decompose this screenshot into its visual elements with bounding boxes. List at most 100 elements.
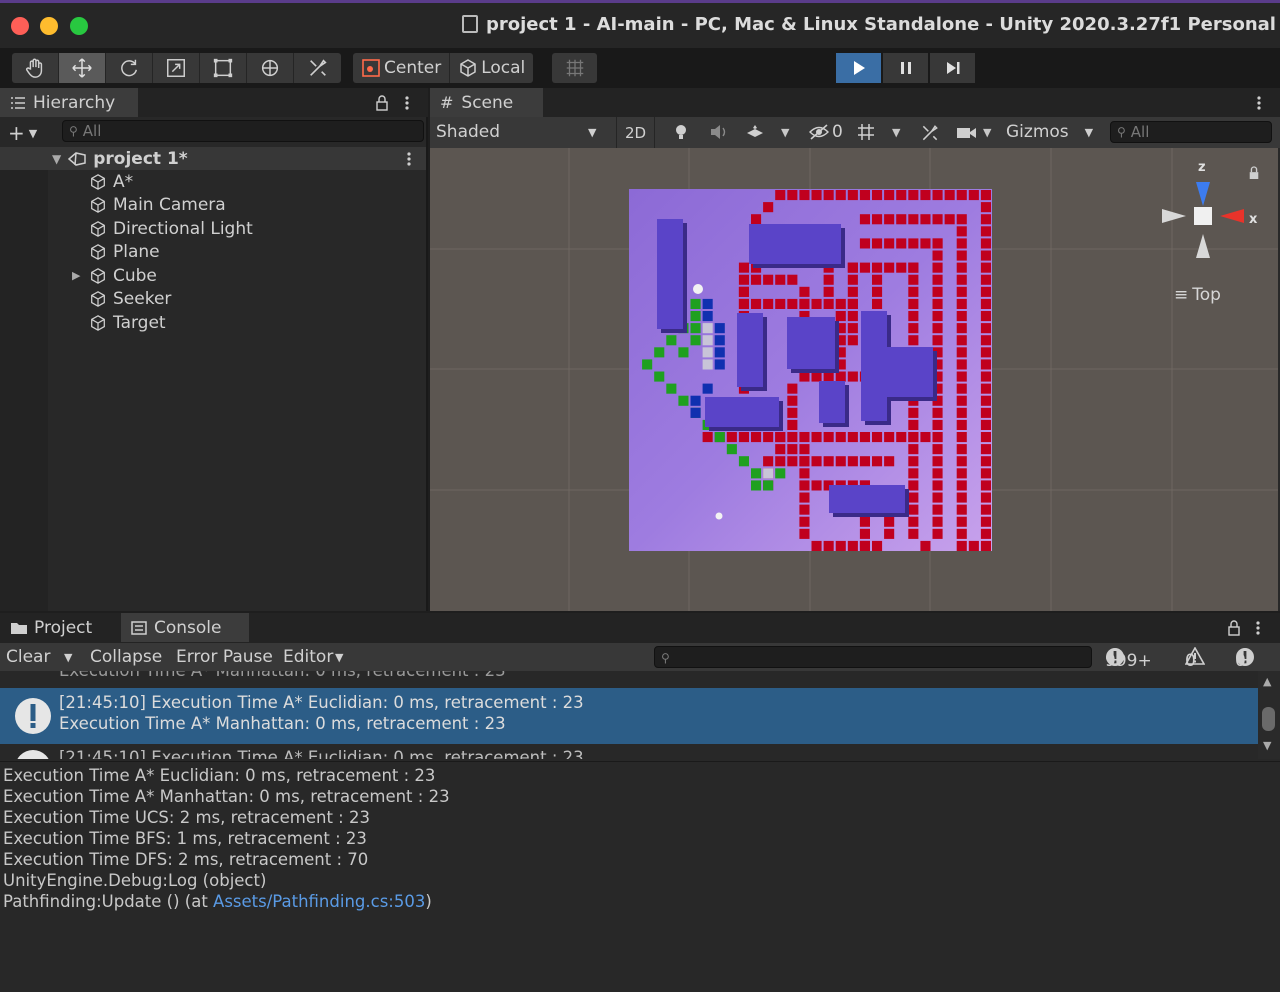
- kebab-menu-icon[interactable]: [403, 95, 411, 111]
- lightbulb-icon[interactable]: [672, 123, 690, 141]
- hierarchy-item[interactable]: A*: [0, 170, 426, 193]
- maximize-window-button[interactable]: [70, 17, 88, 35]
- rect-tool-button[interactable]: [200, 53, 247, 83]
- grid-cell: [908, 407, 919, 418]
- hierarchy-item[interactable]: Target: [0, 311, 426, 334]
- hierarchy-item[interactable]: Plane: [0, 241, 426, 264]
- hierarchy-item[interactable]: Seeker: [0, 288, 426, 311]
- target-marker[interactable]: [715, 512, 723, 520]
- collapse-button[interactable]: Collapse: [90, 647, 162, 667]
- chevron-down-icon[interactable]: ▼: [983, 126, 991, 139]
- scene-kebab-icon[interactable]: [1255, 95, 1263, 111]
- grid-cell: [799, 286, 810, 297]
- log-count-toggle[interactable]: 999+: [1105, 647, 1152, 671]
- grid-cell: [811, 540, 822, 551]
- step-button[interactable]: [930, 53, 975, 83]
- grid-cell: [956, 190, 967, 201]
- scene-kebab-icon[interactable]: [405, 151, 413, 167]
- grid-cell: [980, 492, 991, 503]
- console-search-input[interactable]: ⚲: [654, 646, 1092, 668]
- pathfinding-grid-plane[interactable]: [629, 189, 992, 551]
- shading-mode-dropdown[interactable]: Shaded ▼: [436, 122, 604, 142]
- move-tool-button[interactable]: [59, 53, 106, 83]
- log-entry-partial-top[interactable]: Execution Time A* Manhattan: 0 ms, retra…: [59, 671, 506, 680]
- grid-cell: [872, 298, 883, 309]
- gameobject-cube-icon: [91, 220, 105, 237]
- chevron-down-icon[interactable]: ▼: [781, 126, 789, 139]
- grid-snap-button[interactable]: [552, 53, 597, 83]
- seeker-marker[interactable]: [693, 284, 703, 294]
- hierarchy-item[interactable]: Directional Light: [0, 217, 426, 240]
- scale-tool-button[interactable]: [153, 53, 200, 83]
- hand-tool-button[interactable]: [12, 53, 59, 83]
- custom-tools-button[interactable]: [294, 53, 341, 83]
- toggle-2d-button[interactable]: 2D: [616, 117, 656, 148]
- view-label[interactable]: ≡ Top: [1174, 285, 1221, 305]
- stack-trace-suffix: ): [425, 892, 432, 911]
- camera-icon[interactable]: [956, 125, 978, 141]
- grid-cell: [690, 335, 701, 346]
- scene-viewport[interactable]: z x ≡ Top: [430, 148, 1278, 611]
- hierarchy-item-label: Plane: [113, 242, 160, 262]
- clear-options-chevron-icon[interactable]: ▼: [64, 651, 72, 664]
- hidden-objects-toggle[interactable]: 0: [808, 122, 843, 142]
- chevron-down-icon[interactable]: ▼: [892, 126, 900, 139]
- source-file-link[interactable]: Assets/Pathfinding.cs:503: [213, 892, 425, 911]
- grid-cell: [884, 190, 895, 201]
- warning-count-toggle[interactable]: 0: [1185, 647, 1208, 671]
- hierarchy-search-input[interactable]: ⚲ All: [62, 120, 424, 142]
- grid-cell: [763, 456, 774, 467]
- rotate-tool-button[interactable]: [106, 53, 153, 83]
- grid-cell: [714, 335, 725, 346]
- create-dropdown-button[interactable]: + ▼: [8, 121, 37, 145]
- close-window-button[interactable]: [11, 17, 29, 35]
- tools-icon[interactable]: [920, 123, 940, 143]
- grid-cell: [932, 250, 943, 261]
- scene-search-input[interactable]: ⚲ All: [1110, 121, 1272, 143]
- gizmo-lock-icon[interactable]: [1248, 166, 1260, 180]
- tab-hierarchy[interactable]: Hierarchy: [0, 88, 138, 117]
- main-toolbar: Center Local: [0, 48, 1280, 88]
- grid-cell: [835, 311, 846, 322]
- orientation-gizmo[interactable]: z x: [1158, 160, 1258, 270]
- minimize-window-button[interactable]: [40, 17, 58, 35]
- effects-icon[interactable]: [745, 123, 765, 141]
- chevron-down-icon: ▼: [28, 127, 38, 140]
- scene-root-row[interactable]: ▼ project 1*: [0, 147, 426, 170]
- grid-cell: [690, 311, 701, 322]
- hierarchy-item[interactable]: Main Camera: [0, 194, 426, 217]
- grid-cell: [823, 274, 834, 285]
- gizmos-dropdown[interactable]: Gizmos ▼: [1006, 122, 1093, 142]
- grid-cell: [811, 298, 822, 309]
- stack-trace-prefix: Pathfinding:Update () (at: [3, 892, 214, 911]
- grid-cell: [980, 540, 991, 551]
- grid-toggle-icon[interactable]: [856, 122, 876, 142]
- gizmos-label: Gizmos: [1006, 122, 1069, 142]
- pivot-center-button[interactable]: Center: [353, 53, 451, 83]
- tab-console[interactable]: Console: [121, 613, 249, 642]
- pivot-local-button[interactable]: Local: [450, 53, 533, 83]
- chevron-down-icon[interactable]: ▼: [335, 651, 343, 664]
- error-count-toggle[interactable]: 0: [1235, 647, 1258, 671]
- lock-icon[interactable]: [1227, 620, 1241, 636]
- transform-tool-button[interactable]: [247, 53, 294, 83]
- clear-button[interactable]: Clear: [6, 647, 50, 667]
- scrollbar-thumb[interactable]: [1262, 707, 1275, 731]
- lock-icon[interactable]: [375, 95, 389, 111]
- grid-cell: [908, 419, 919, 430]
- kebab-menu-icon[interactable]: [1254, 620, 1262, 636]
- hierarchy-item[interactable]: ▶ Cube: [0, 264, 426, 287]
- tab-scene[interactable]: # Scene: [430, 88, 543, 117]
- grid-cell: [872, 214, 883, 225]
- log-entry-selected[interactable]: [21:45:10] Execution Time A* Euclidian: …: [0, 688, 1258, 744]
- play-button[interactable]: [836, 53, 881, 83]
- error-pause-button[interactable]: Error Pause: [176, 647, 273, 667]
- gameobject-cube-icon: [91, 197, 105, 213]
- editor-dropdown[interactable]: Editor: [283, 647, 333, 667]
- pause-button[interactable]: [883, 53, 928, 83]
- console-scrollbar[interactable]: ▲ ▼: [1258, 671, 1280, 759]
- tab-project[interactable]: Project: [0, 613, 118, 642]
- expand-arrow-icon[interactable]: ▶: [72, 269, 80, 282]
- audio-icon[interactable]: [709, 123, 729, 141]
- log-entry-partial-bottom[interactable]: [21:45:10] Execution Time A* Euclidian: …: [59, 748, 584, 759]
